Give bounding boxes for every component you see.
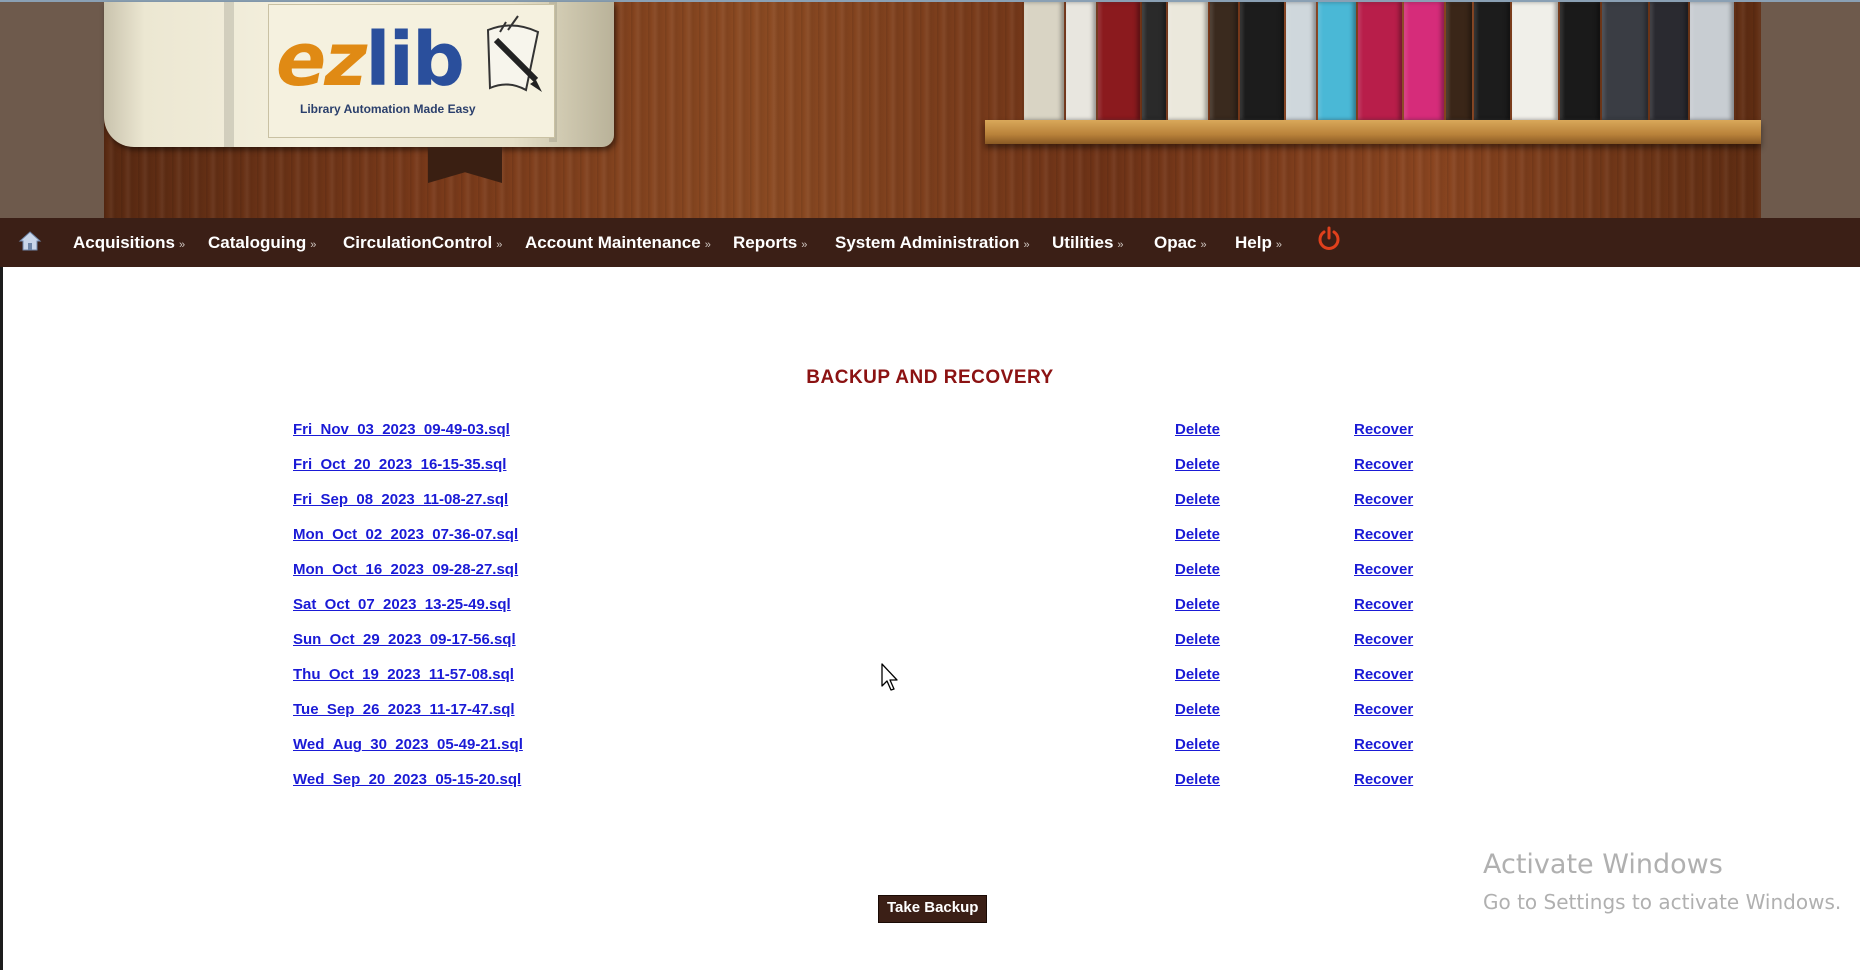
home-icon[interactable]: [18, 230, 42, 252]
delete-link[interactable]: Delete: [1175, 526, 1220, 543]
menu-opac[interactable]: Opac»: [1154, 218, 1207, 267]
pen-icon: [486, 15, 542, 92]
backup-file-link[interactable]: Fri_Nov_03_2023_09-49-03.sql: [293, 421, 510, 438]
menu-system-administration[interactable]: System Administration»: [835, 218, 1030, 267]
delete-link[interactable]: Delete: [1175, 736, 1220, 753]
backup-row: Sat_Oct_07_2023_13-25-49.sql Delete Recove…: [0, 596, 1860, 631]
menu-cataloguing[interactable]: Cataloguing»: [208, 218, 316, 267]
chevron-down-icon: »: [1023, 239, 1030, 251]
power-icon[interactable]: [1316, 226, 1342, 252]
recover-link[interactable]: Recover: [1354, 491, 1413, 508]
backup-row: Wed_Sep_20_2023_05-15-20.sql Delete Recove…: [0, 771, 1860, 806]
backup-row: Wed_Aug_30_2023_05-49-21.sql Delete Recove…: [0, 736, 1860, 771]
backup-file-link[interactable]: Sun_Oct_29_2023_09-17-56.sql: [293, 631, 516, 648]
logo-tagline: Library Automation Made Easy: [300, 102, 476, 116]
chevron-down-icon: »: [704, 239, 711, 251]
menu-help[interactable]: Help»: [1235, 218, 1282, 267]
chevron-down-icon: »: [496, 239, 503, 251]
recover-link[interactable]: Recover: [1354, 421, 1413, 438]
backup-file-link[interactable]: Mon_Oct_16_2023_09-28-27.sql: [293, 561, 518, 578]
delete-link[interactable]: Delete: [1175, 491, 1220, 508]
activate-windows-title: Activate Windows: [1483, 849, 1723, 880]
backup-file-link[interactable]: Wed_Aug_30_2023_05-49-21.sql: [293, 736, 523, 753]
page-title: BACKUP AND RECOVERY: [806, 367, 1054, 388]
delete-link[interactable]: Delete: [1175, 596, 1220, 613]
delete-link[interactable]: Delete: [1175, 666, 1220, 683]
backup-file-link[interactable]: Tue_Sep_26_2023_11-17-47.sql: [293, 701, 515, 718]
recover-link[interactable]: Recover: [1354, 666, 1413, 683]
recover-link[interactable]: Recover: [1354, 736, 1413, 753]
chevron-down-icon: »: [1200, 239, 1207, 251]
menu-circulation-control[interactable]: CirculationControl»: [343, 218, 502, 267]
backup-file-link[interactable]: Thu_Oct_19_2023_11-57-08.sql: [293, 666, 514, 683]
menu-account-maintenance[interactable]: Account Maintenance»: [525, 218, 711, 267]
activate-windows-subtitle: Go to Settings to activate Windows.: [1483, 890, 1842, 914]
recover-link[interactable]: Recover: [1354, 456, 1413, 473]
delete-link[interactable]: Delete: [1175, 631, 1220, 648]
delete-link[interactable]: Delete: [1175, 561, 1220, 578]
recover-link[interactable]: Recover: [1354, 526, 1413, 543]
backup-file-link[interactable]: Mon_Oct_02_2023_07-36-07.sql: [293, 526, 518, 543]
backup-file-link[interactable]: Fri_Sep_08_2023_11-08-27.sql: [293, 491, 508, 508]
chevron-down-icon: »: [1117, 239, 1124, 251]
bookshelf-books: [1024, 2, 1761, 120]
recover-link[interactable]: Recover: [1354, 631, 1413, 648]
take-backup-button[interactable]: Take Backup: [878, 895, 988, 923]
menu-utilities[interactable]: Utilities»: [1052, 218, 1124, 267]
backup-row: Sun_Oct_29_2023_09-17-56.sql Delete Recove…: [0, 631, 1860, 666]
menu-reports[interactable]: Reports»: [733, 218, 807, 267]
shelf-board: [985, 120, 1761, 144]
backup-row: Fri_Sep_08_2023_11-08-27.sql Delete Recove…: [0, 491, 1860, 526]
main-menu-bar: Acquisitions» Cataloguing» CirculationCo…: [0, 218, 1860, 267]
backup-file-link[interactable]: Wed_Sep_20_2023_05-15-20.sql: [293, 771, 521, 788]
delete-link[interactable]: Delete: [1175, 701, 1220, 718]
backup-file-link[interactable]: Sat_Oct_07_2023_13-25-49.sql: [293, 596, 511, 613]
backup-row: Mon_Oct_02_2023_07-36-07.sql Delete Recove…: [0, 526, 1860, 561]
delete-link[interactable]: Delete: [1175, 771, 1220, 788]
backup-row: Fri_Nov_03_2023_09-49-03.sql Delete Recove…: [0, 421, 1860, 456]
chevron-down-icon: »: [801, 239, 808, 251]
chevron-down-icon: »: [1275, 239, 1282, 251]
recover-link[interactable]: Recover: [1354, 596, 1413, 613]
delete-link[interactable]: Delete: [1175, 456, 1220, 473]
backup-file-link[interactable]: Fri_Oct_20_2023_16-15-35.sql: [293, 456, 506, 473]
chevron-down-icon: »: [310, 239, 317, 251]
backup-row: Thu_Oct_19_2023_11-57-08.sql Delete Recove…: [0, 666, 1860, 701]
delete-link[interactable]: Delete: [1175, 421, 1220, 438]
chevron-down-icon: »: [179, 239, 186, 251]
recover-link[interactable]: Recover: [1354, 701, 1413, 718]
backup-row: Fri_Oct_20_2023_16-15-35.sql Delete Recove…: [0, 456, 1860, 491]
mouse-cursor-icon: [881, 663, 898, 691]
backup-row: Tue_Sep_26_2023_11-17-47.sql Delete Recove…: [0, 701, 1860, 736]
recover-link[interactable]: Recover: [1354, 561, 1413, 578]
menu-acquisitions[interactable]: Acquisitions»: [73, 218, 185, 267]
header-banner: ezlib Library Automation Made Easy: [0, 0, 1860, 220]
backup-row: Mon_Oct_16_2023_09-28-27.sql Delete Recove…: [0, 561, 1860, 596]
recover-link[interactable]: Recover: [1354, 771, 1413, 788]
